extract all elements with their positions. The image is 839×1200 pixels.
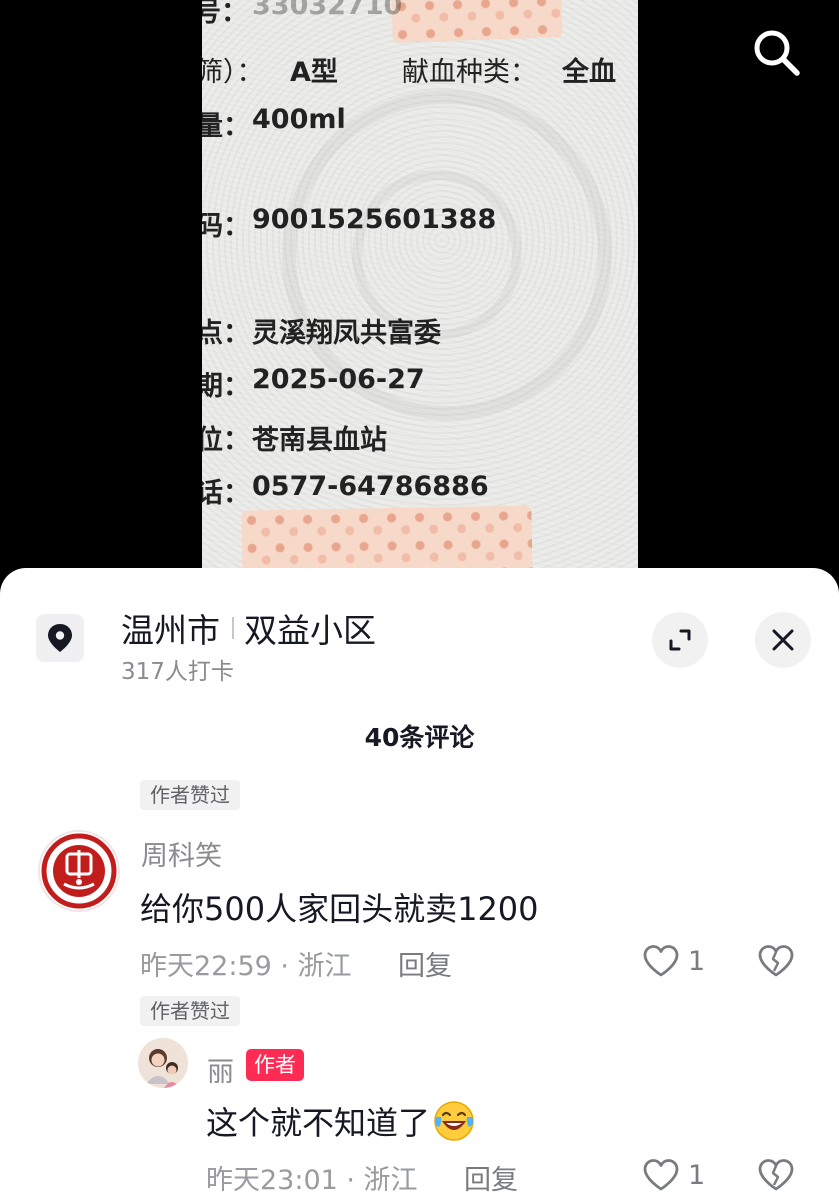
video-area[interactable]: 号： 33032710 筛）： A型 献血种类： 全血 量： 400ml 码： …	[0, 0, 839, 600]
location-divider	[232, 617, 234, 639]
avatar[interactable]	[138, 1038, 188, 1088]
comment-text: 给你500人家回头就卖1200	[140, 890, 539, 928]
comments-sheet: 温州市 双益小区 317人打卡 40条评论 作者赞过 周科笑 给你500人家回头…	[0, 568, 839, 1200]
doc-value-blood-type: A型	[290, 57, 338, 88]
blood-donation-certificate-photo: 号： 33032710 筛）： A型 献血种类： 全血 量： 400ml 码： …	[202, 0, 638, 600]
doc-value-donation-kind: 全血	[562, 57, 616, 88]
comment-username[interactable]: 丽	[207, 1050, 234, 1089]
like-count: 1	[688, 945, 706, 977]
doc-value-date: 2025-06-27	[252, 364, 425, 395]
author-liked-tag: 作者赞过	[140, 996, 240, 1026]
laughing-crying-emoji-icon	[434, 1101, 474, 1141]
seal-logo-avatar-icon	[41, 833, 117, 909]
doc-label-number: 号：	[202, 0, 248, 28]
checkin-count: 317人打卡	[121, 659, 234, 685]
close-icon	[772, 629, 794, 651]
heart-icon	[643, 945, 679, 977]
dislike-button[interactable]	[757, 944, 795, 982]
reply-button[interactable]: 回复	[464, 1158, 518, 1197]
comment-text: 这个就不知道了	[206, 1104, 431, 1142]
comment-text-row: 这个就不知道了	[206, 1098, 476, 1144]
comment-meta: 昨天23:01 · 浙江	[206, 1165, 418, 1196]
doc-label-date: 期：	[202, 371, 250, 402]
search-icon	[754, 30, 800, 76]
dislike-button[interactable]	[757, 1158, 795, 1196]
location-city: 温州市	[121, 611, 220, 650]
comment-meta: 昨天22:59 · 浙江	[140, 951, 352, 982]
like-count: 1	[688, 1159, 706, 1191]
doc-value-unit: 苍南县血站	[252, 425, 387, 456]
close-button[interactable]	[755, 612, 811, 668]
doc-label-donation-kind: 献血种类：	[402, 57, 537, 88]
doc-value-phone: 0577-64786886	[252, 471, 489, 502]
author-badge: 作者	[246, 1049, 304, 1081]
expand-button[interactable]	[652, 612, 708, 668]
broken-heart-icon	[758, 945, 794, 977]
comment-username[interactable]: 周科笑	[141, 834, 222, 873]
search-button[interactable]	[748, 24, 804, 80]
author-liked-tag: 作者赞过	[140, 780, 240, 810]
location-icon-box	[36, 614, 84, 662]
broken-heart-icon	[758, 1159, 794, 1191]
like-button[interactable]: 1	[642, 1158, 705, 1192]
location-pin-icon	[48, 624, 72, 652]
doc-value-number: 33032710	[252, 0, 403, 21]
author-photo-avatar-icon	[138, 1038, 188, 1088]
like-button[interactable]: 1	[642, 944, 705, 978]
doc-label-code: 码：	[202, 211, 250, 242]
doc-label-volume: 量：	[202, 111, 250, 142]
doc-label-location: 点：	[202, 318, 250, 349]
doc-label-phone: 话：	[202, 478, 250, 509]
reply-button[interactable]: 回复	[398, 944, 452, 983]
doc-value-volume: 400ml	[252, 104, 346, 135]
doc-label-unit: 位：	[202, 425, 250, 456]
expand-icon	[669, 629, 691, 651]
doc-value-location: 灵溪翔凤共富委	[252, 318, 441, 349]
doc-label-blood-type: 筛）：	[202, 57, 264, 88]
location-title: 温州市 双益小区	[121, 604, 376, 652]
heart-icon	[643, 1159, 679, 1191]
comment-count-title: 40条评论	[364, 723, 475, 752]
location-place: 双益小区	[244, 611, 376, 650]
doc-value-code: 9001525601388	[252, 204, 497, 235]
location-header[interactable]: 温州市 双益小区 317人打卡	[0, 568, 839, 688]
privacy-sticker-top	[391, 0, 563, 43]
avatar[interactable]	[38, 830, 120, 912]
